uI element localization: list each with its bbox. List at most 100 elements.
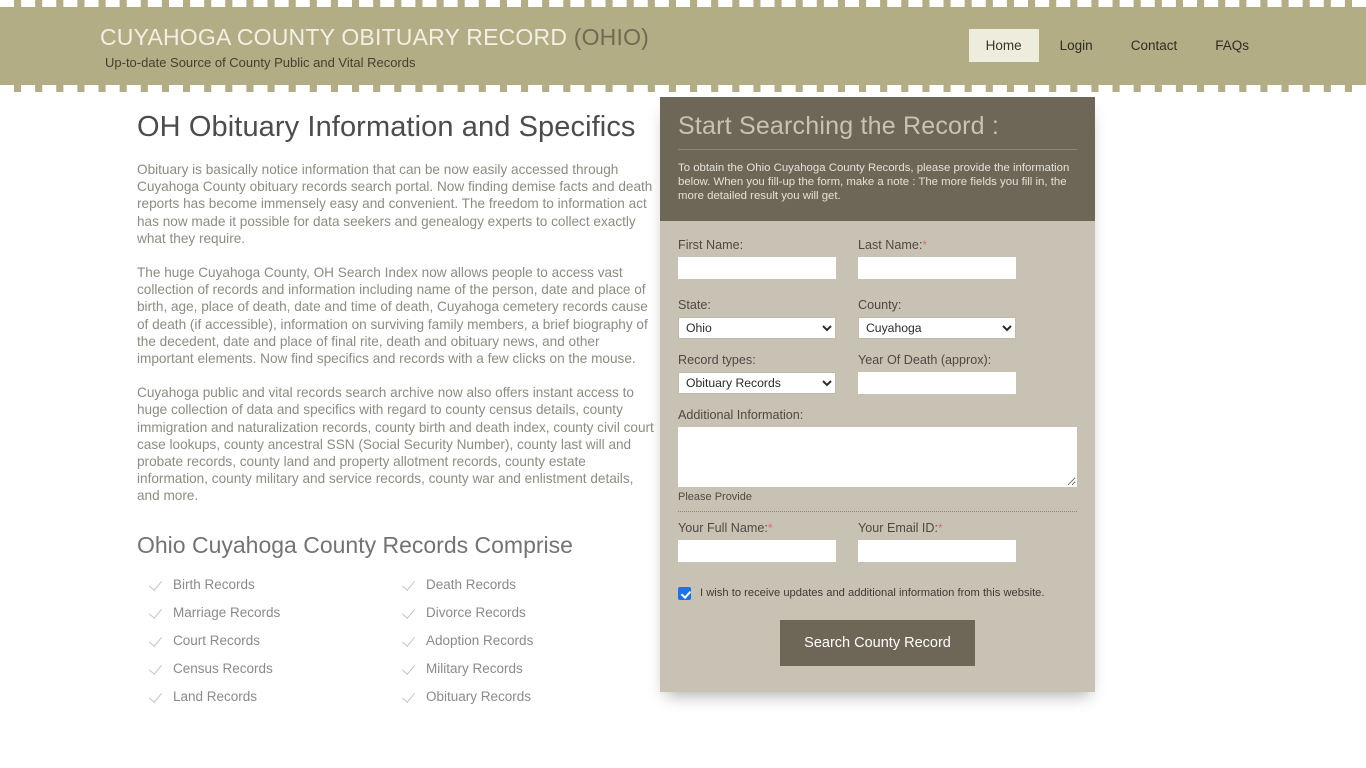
site-title-state: (OHIO) [573, 24, 650, 50]
check-icon [404, 635, 416, 647]
last-name-label-text: Last Name: [858, 238, 923, 252]
intro-paragraph-1: Obituary is basically notice information… [137, 162, 653, 246]
consent-label: I wish to receive updates and additional… [700, 587, 1045, 599]
check-icon [151, 663, 163, 675]
list-item-label: Land Records [173, 689, 258, 705]
site-header: CUYAHOGA COUNTY OBITUARY RECORD (OHIO) U… [0, 0, 1366, 92]
content-column: OH Obituary Information and Specifics Ob… [137, 111, 657, 711]
nav-item-faqs[interactable]: FAQs [1198, 29, 1266, 62]
state-field-group: State: Ohio [678, 297, 836, 339]
list-item-label: Adoption Records [426, 633, 534, 649]
location-row: State: Ohio County: Cuyahoga [678, 297, 1077, 339]
list-item: Death Records [404, 571, 657, 599]
year-of-death-field-group: Year Of Death (approx): [858, 352, 1016, 394]
list-item: Obituary Records [404, 683, 657, 711]
first-name-field-group: First Name: [678, 237, 836, 279]
intro-paragraph-3: Cuyahoga public and vital records search… [137, 385, 654, 504]
record-types-label: Record types: [678, 353, 756, 367]
search-panel-intro: To obtain the Ohio Cuyahoga County Recor… [678, 162, 1070, 202]
nav-item-login[interactable]: Login [1043, 29, 1110, 62]
site-title-main: CUYAHOGA COUNTY OBITUARY RECORD [100, 24, 574, 50]
list-item: Land Records [151, 683, 404, 711]
year-of-death-label: Year Of Death (approx): [858, 353, 992, 367]
header-inner: CUYAHOGA COUNTY OBITUARY RECORD (OHIO) U… [100, 7, 1266, 85]
email-field-group: Your Email ID:* [858, 520, 1016, 562]
list-item: Court Records [151, 627, 404, 655]
list-item-label: Obituary Records [426, 689, 532, 705]
consent-row: I wish to receive updates and additional… [678, 586, 1077, 600]
search-county-record-button[interactable]: Search County Record [780, 620, 975, 666]
list-item: Divorce Records [404, 599, 657, 627]
list-item-label: Birth Records [173, 577, 255, 593]
record-type-row: Record types: Obituary Records Year Of D… [678, 352, 1077, 394]
year-of-death-input[interactable] [858, 372, 1016, 394]
full-name-label: Your Full Name:* [678, 520, 836, 536]
submit-row: Search County Record [678, 620, 1077, 666]
check-icon [404, 579, 416, 591]
main-nav: Home Login Contact FAQs [968, 29, 1266, 62]
record-types-field-group: Record types: Obituary Records [678, 352, 836, 394]
county-label: County: [858, 298, 902, 312]
check-icon [404, 607, 416, 619]
required-marker: * [767, 521, 773, 535]
check-icon [151, 691, 163, 703]
nav-item-contact[interactable]: Contact [1114, 29, 1195, 62]
check-icon [151, 635, 163, 647]
list-item-label: Court Records [173, 633, 261, 649]
list-item: Adoption Records [404, 627, 657, 655]
name-row: First Name: Last Name:* [678, 237, 1077, 279]
required-marker: * [922, 238, 928, 252]
list-item-label: Divorce Records [426, 605, 526, 621]
list-item: Census Records [151, 655, 404, 683]
additional-info-textarea[interactable] [678, 427, 1077, 487]
check-icon [404, 663, 416, 675]
list-item: Military Records [404, 655, 657, 683]
required-marker: * [938, 521, 943, 535]
site-subtitle: Up-to-date Source of County Public and V… [105, 55, 416, 70]
search-panel: Start Searching the Record : To obtain t… [660, 97, 1095, 692]
last-name-input[interactable] [858, 257, 1016, 279]
search-panel-header: Start Searching the Record : To obtain t… [660, 97, 1095, 221]
last-name-label: Last Name:* [858, 237, 1016, 253]
additional-info-hint: Please Provide [678, 491, 752, 503]
intro-paragraph-2: The huge Cuyahoga County, OH Search Inde… [137, 265, 648, 367]
last-name-field-group: Last Name:* [858, 237, 1016, 279]
page-title: OH Obituary Information and Specifics [137, 111, 636, 143]
email-label: Your Email ID:* [858, 520, 1016, 536]
list-item-label: Military Records [426, 661, 523, 677]
county-field-group: County: Cuyahoga [858, 297, 1016, 339]
list-item: Birth Records [151, 571, 404, 599]
first-name-input[interactable] [678, 257, 836, 279]
state-select[interactable]: Ohio [678, 317, 836, 339]
first-name-label: First Name: [678, 238, 744, 252]
list-item-label: Death Records [426, 577, 517, 593]
full-name-field-group: Your Full Name:* [678, 520, 836, 562]
records-section-title: Ohio Cuyahoga County Records Comprise [137, 531, 573, 558]
check-icon [151, 579, 163, 591]
list-item: Marriage Records [151, 599, 404, 627]
additional-info-label: Additional Information: [678, 408, 804, 422]
form-divider [678, 511, 1077, 512]
search-panel-title: Start Searching the Record : [678, 111, 1077, 150]
nav-item-home[interactable]: Home [968, 29, 1039, 62]
contact-row: Your Full Name:* Your Email ID:* [678, 520, 1077, 562]
check-icon [151, 607, 163, 619]
check-icon [404, 691, 416, 703]
list-item-label: Marriage Records [173, 605, 281, 621]
site-title: CUYAHOGA COUNTY OBITUARY RECORD (OHIO) [100, 23, 649, 51]
state-label: State: [678, 298, 711, 312]
full-name-label-text: Your Full Name: [678, 521, 768, 535]
email-input[interactable] [858, 540, 1016, 562]
search-form: First Name: Last Name:* State: Ohio Coun… [660, 221, 1095, 692]
record-types-select[interactable]: Obituary Records [678, 372, 836, 394]
page-body: OH Obituary Information and Specifics Ob… [100, 92, 1266, 768]
county-select[interactable]: Cuyahoga [858, 317, 1016, 339]
brand: CUYAHOGA COUNTY OBITUARY RECORD (OHIO) U… [100, 23, 649, 71]
records-list: Birth Records Death Records Marriage Rec… [137, 571, 657, 711]
email-label-text: Your Email ID: [858, 521, 939, 535]
consent-checkbox[interactable] [678, 586, 691, 600]
full-name-input[interactable] [678, 540, 836, 562]
